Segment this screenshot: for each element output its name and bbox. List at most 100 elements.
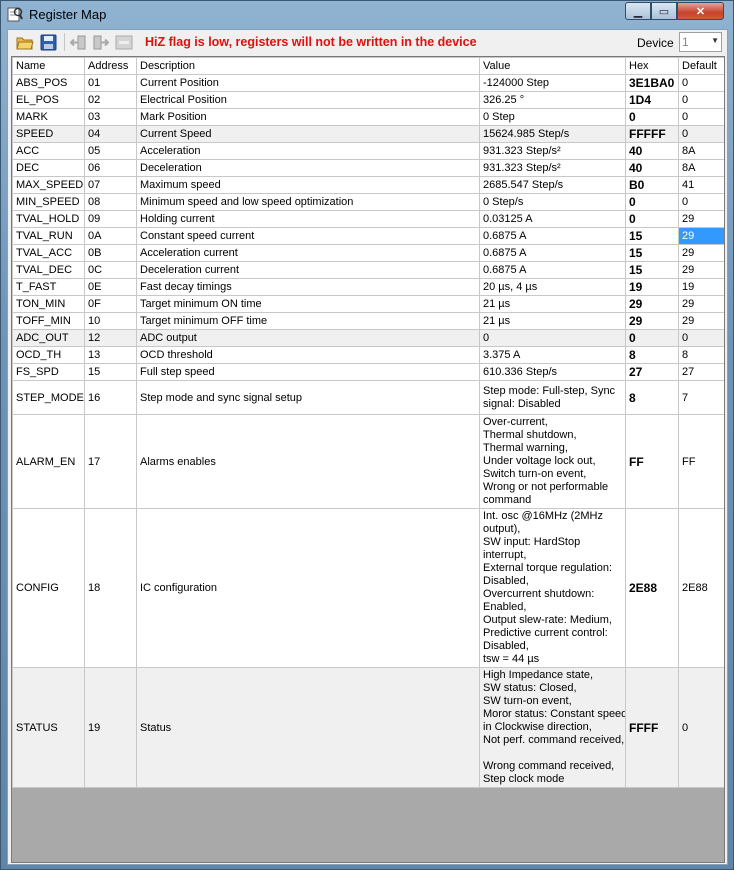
register-value-cell[interactable]: 21 µs <box>479 295 626 313</box>
register-value-cell[interactable]: High Impedance state, SW status: Closed, S… <box>479 667 626 788</box>
table-row[interactable]: TON_MIN 0F Target minimum ON time 21 µs 29 29 <box>12 295 724 313</box>
register-value-cell[interactable]: 0 Step/s <box>479 193 626 211</box>
register-hex-cell[interactable]: 1D4 <box>625 91 679 109</box>
register-value-cell[interactable]: 2685.547 Step/s <box>479 176 626 194</box>
register-value-cell[interactable]: 931.323 Step/s² <box>479 159 626 177</box>
register-hex-cell[interactable]: FF <box>625 414 679 509</box>
table-row[interactable]: MIN_SPEED 08 Minimum speed and low speed o… <box>12 193 724 211</box>
maximize-button[interactable]: ▭ <box>651 2 677 20</box>
save-icon[interactable] <box>40 34 58 51</box>
register-hex-cell[interactable]: 0 <box>625 193 679 211</box>
column-header-default[interactable]: Default <box>678 57 724 75</box>
register-hex-cell[interactable]: 15 <box>625 261 679 279</box>
register-description-cell: OCD threshold <box>136 346 480 364</box>
table-row[interactable]: T_FAST 0E Fast decay timings 20 µs, 4 µs 19 1… <box>12 278 724 296</box>
register-hex-cell[interactable]: 0 <box>625 108 679 126</box>
column-header-description[interactable]: Description <box>136 57 480 75</box>
table-row[interactable]: OCD_TH 13 OCD threshold 3.375 A 88 <box>12 346 724 364</box>
table-row[interactable]: TVAL_HOLD 09 Holding current 0.03125 A 0 29 <box>12 210 724 228</box>
title-bar[interactable]: Register Map ▁ ▭ ✕ <box>1 1 733 28</box>
register-value-cell[interactable]: 0.03125 A <box>479 210 626 228</box>
reset-icon[interactable] <box>115 34 133 51</box>
register-hex-cell[interactable]: 29 <box>625 295 679 313</box>
column-header-hex[interactable]: Hex <box>625 57 679 75</box>
register-name-cell: STEP_MODE <box>12 380 85 415</box>
register-address-cell: 05 <box>84 142 137 160</box>
close-button[interactable]: ✕ <box>677 2 724 20</box>
register-value-cell[interactable]: 15624.985 Step/s <box>479 125 626 143</box>
column-header-value[interactable]: Value <box>479 57 626 75</box>
toolbar-separator <box>64 33 65 51</box>
register-value-cell[interactable]: 0.6875 A <box>479 227 626 245</box>
open-folder-icon[interactable] <box>16 34 34 51</box>
register-value-cell[interactable]: 0.6875 A <box>479 244 626 262</box>
register-hex-cell[interactable]: 27 <box>625 363 679 381</box>
register-address-cell: 10 <box>84 312 137 330</box>
register-hex-cell[interactable]: 8 <box>625 380 679 415</box>
register-value-line: SW turn-on event, <box>483 695 572 707</box>
register-value-cell[interactable]: 0 <box>479 329 626 347</box>
table-row[interactable]: ABS_POS 01 Current Position -124000 Step 3E1… <box>12 74 724 92</box>
table-row[interactable]: EL_POS 02 Electrical Position 326.25 ° 1D4 0 <box>12 91 724 109</box>
register-hex-cell[interactable]: 15 <box>625 244 679 262</box>
register-value-line: 0.6875 A <box>483 229 527 242</box>
table-row[interactable]: STATUS 19 Status High Impedance state, SW st… <box>12 667 724 788</box>
table-row[interactable]: SPEED 04 Current Speed 15624.985 Step/s FFFF… <box>12 125 724 143</box>
read-registers-icon[interactable] <box>69 34 87 51</box>
register-value-cell[interactable]: Int. osc @16MHz (2MHz output), SW input: H… <box>479 508 626 668</box>
table-row[interactable]: ALARM_EN 17 Alarms enables Over-current, The… <box>12 414 724 509</box>
register-hex-cell[interactable]: FFFF <box>625 667 679 788</box>
register-value-cell[interactable]: 326.25 ° <box>479 91 626 109</box>
minimize-button[interactable]: ▁ <box>625 2 651 20</box>
register-description-cell: Step mode and sync signal setup <box>136 380 480 415</box>
table-row[interactable]: FS_SPD 15 Full step speed 610.336 Step/s 27 2… <box>12 363 724 381</box>
table-row[interactable]: CONFIG 18 IC configuration Int. osc @16MHz … <box>12 508 724 668</box>
register-hex-cell[interactable]: B0 <box>625 176 679 194</box>
register-hex-cell[interactable]: 0 <box>625 210 679 228</box>
register-address-cell: 17 <box>84 414 137 509</box>
device-select-value: 1 <box>682 35 689 49</box>
table-row[interactable]: ADC_OUT 12 ADC output 0 0 0 <box>12 329 724 347</box>
register-value-cell[interactable]: 20 µs, 4 µs <box>479 278 626 296</box>
register-hex-cell[interactable]: FFFFF <box>625 125 679 143</box>
table-row[interactable]: TVAL_DEC 0C Deceleration current 0.6875 A 15… <box>12 261 724 279</box>
register-value-cell[interactable]: 21 µs <box>479 312 626 330</box>
register-hex-cell[interactable]: 3E1BA0 <box>625 74 679 92</box>
table-row[interactable]: TVAL_RUN 0A Constant speed current 0.6875 A… <box>12 227 724 245</box>
table-row[interactable]: TOFF_MIN 10 Target minimum OFF time 21 µs 29… <box>12 312 724 330</box>
register-value-cell[interactable]: Step mode: Full-step, Sync signal: Disabl… <box>479 380 626 415</box>
register-grid[interactable]: Name Address Description Value Hex Defau… <box>11 56 725 863</box>
register-value-line: 0 Step <box>483 110 515 123</box>
table-row[interactable]: TVAL_ACC 0B Acceleration current 0.6875 A 15… <box>12 244 724 262</box>
register-value-cell[interactable]: 610.336 Step/s <box>479 363 626 381</box>
register-hex-cell[interactable]: 29 <box>625 312 679 330</box>
register-value-cell[interactable]: 0.6875 A <box>479 261 626 279</box>
register-hex-cell[interactable]: 40 <box>625 159 679 177</box>
register-value-cell[interactable]: Over-current, Thermal shutdown, Thermal wa… <box>479 414 626 509</box>
register-value-line: -124000 Step <box>483 76 550 89</box>
register-hex-cell[interactable]: 8 <box>625 346 679 364</box>
register-value-cell[interactable]: 931.323 Step/s² <box>479 142 626 160</box>
register-address-cell: 0B <box>84 244 137 262</box>
maximize-icon: ▭ <box>658 5 670 18</box>
register-address-cell: 12 <box>84 329 137 347</box>
register-name-cell: OCD_TH <box>12 346 85 364</box>
register-hex-cell[interactable]: 40 <box>625 142 679 160</box>
register-hex-cell[interactable]: 15 <box>625 227 679 245</box>
table-row[interactable]: MAX_SPEED 07 Maximum speed 2685.547 Step/s B… <box>12 176 724 194</box>
register-value-line: 931.323 Step/s² <box>483 144 561 157</box>
register-hex-cell[interactable]: 2E88 <box>625 508 679 668</box>
table-row[interactable]: MARK 03 Mark Position 0 Step 0 0 <box>12 108 724 126</box>
register-hex-cell[interactable]: 19 <box>625 278 679 296</box>
table-row[interactable]: STEP_MODE 16 Step mode and sync signal set… <box>12 380 724 415</box>
table-row[interactable]: ACC 05 Acceleration 931.323 Step/s² 40 8A <box>12 142 724 160</box>
device-select[interactable]: 1 ▼ <box>679 32 722 52</box>
column-header-name[interactable]: Name <box>12 57 85 75</box>
register-value-cell[interactable]: 3.375 A <box>479 346 626 364</box>
register-value-cell[interactable]: -124000 Step <box>479 74 626 92</box>
register-value-cell[interactable]: 0 Step <box>479 108 626 126</box>
column-header-address[interactable]: Address <box>84 57 137 75</box>
register-hex-cell[interactable]: 0 <box>625 329 679 347</box>
table-row[interactable]: DEC 06 Deceleration 931.323 Step/s² 40 8A <box>12 159 724 177</box>
write-registers-icon[interactable] <box>92 34 110 51</box>
